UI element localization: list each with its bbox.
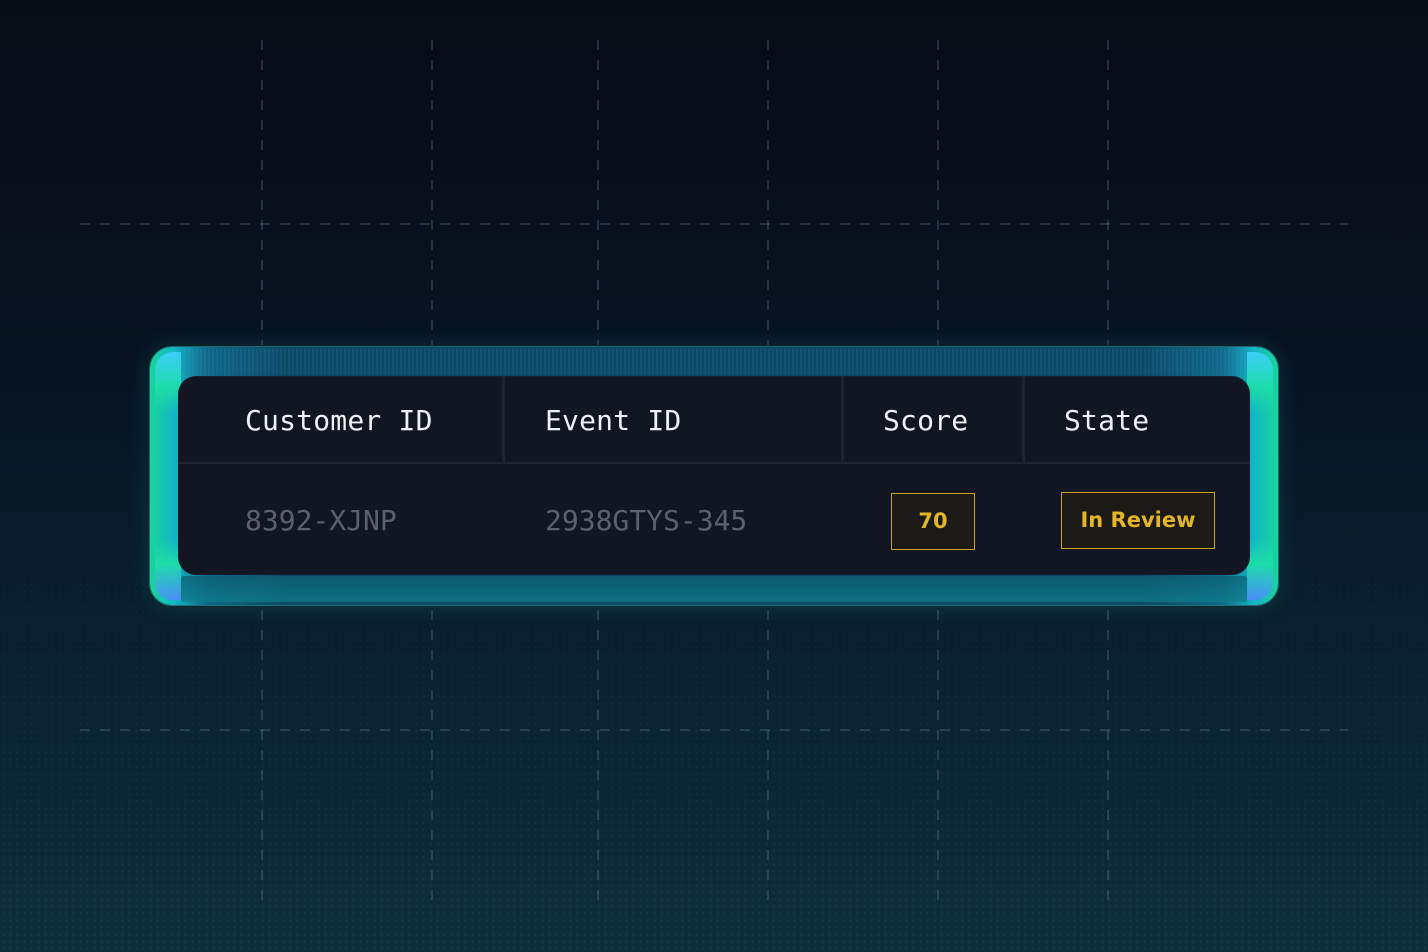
column-header-score[interactable]: Score — [883, 376, 968, 462]
column-header-customer-id[interactable]: Customer ID — [245, 376, 433, 462]
frame-bottom-glow — [180, 576, 1248, 602]
column-divider — [502, 376, 505, 462]
score-badge: 70 — [891, 493, 975, 550]
frame-top-glow — [180, 349, 1248, 375]
column-divider — [1022, 376, 1025, 462]
data-table: Customer ID Event ID Score State 8392-XJ… — [178, 376, 1250, 575]
column-divider — [841, 376, 844, 462]
frame-corner-glow — [1247, 352, 1273, 412]
column-header-event-id[interactable]: Event ID — [545, 376, 681, 462]
state-badge: In Review — [1061, 492, 1215, 549]
table-header-row: Customer ID Event ID Score State — [178, 376, 1250, 464]
frame-corner-glow — [1247, 540, 1273, 600]
customer-id-cell: 8392-XJNP — [245, 504, 397, 537]
column-header-state[interactable]: State — [1064, 376, 1149, 462]
event-id-cell: 2938GTYS-345 — [545, 504, 748, 537]
